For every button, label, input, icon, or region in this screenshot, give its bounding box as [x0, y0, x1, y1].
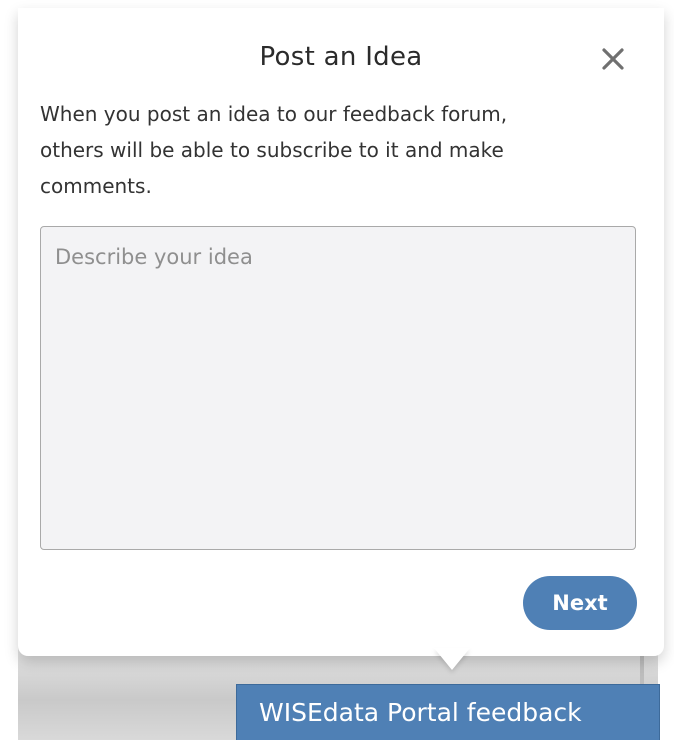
post-idea-popup: Post an Idea When you post an idea to ou…	[18, 8, 664, 656]
popup-title: Post an Idea	[259, 42, 423, 72]
screen: Post an Idea When you post an idea to ou…	[0, 0, 674, 740]
close-button[interactable]	[598, 44, 628, 74]
popup-description: When you post an idea to our feedback fo…	[40, 96, 620, 204]
popup-pointer	[434, 648, 470, 670]
feedback-tab-button[interactable]: WISEdata Portal feedback	[236, 684, 660, 740]
popup-description-line: others will be able to subscribe to it a…	[40, 138, 504, 162]
popup-description-line: When you post an idea to our feedback fo…	[40, 102, 508, 126]
idea-input[interactable]	[40, 226, 636, 550]
next-button[interactable]: Next	[523, 576, 637, 630]
close-icon	[602, 48, 624, 70]
popup-description-line: comments.	[40, 174, 152, 198]
